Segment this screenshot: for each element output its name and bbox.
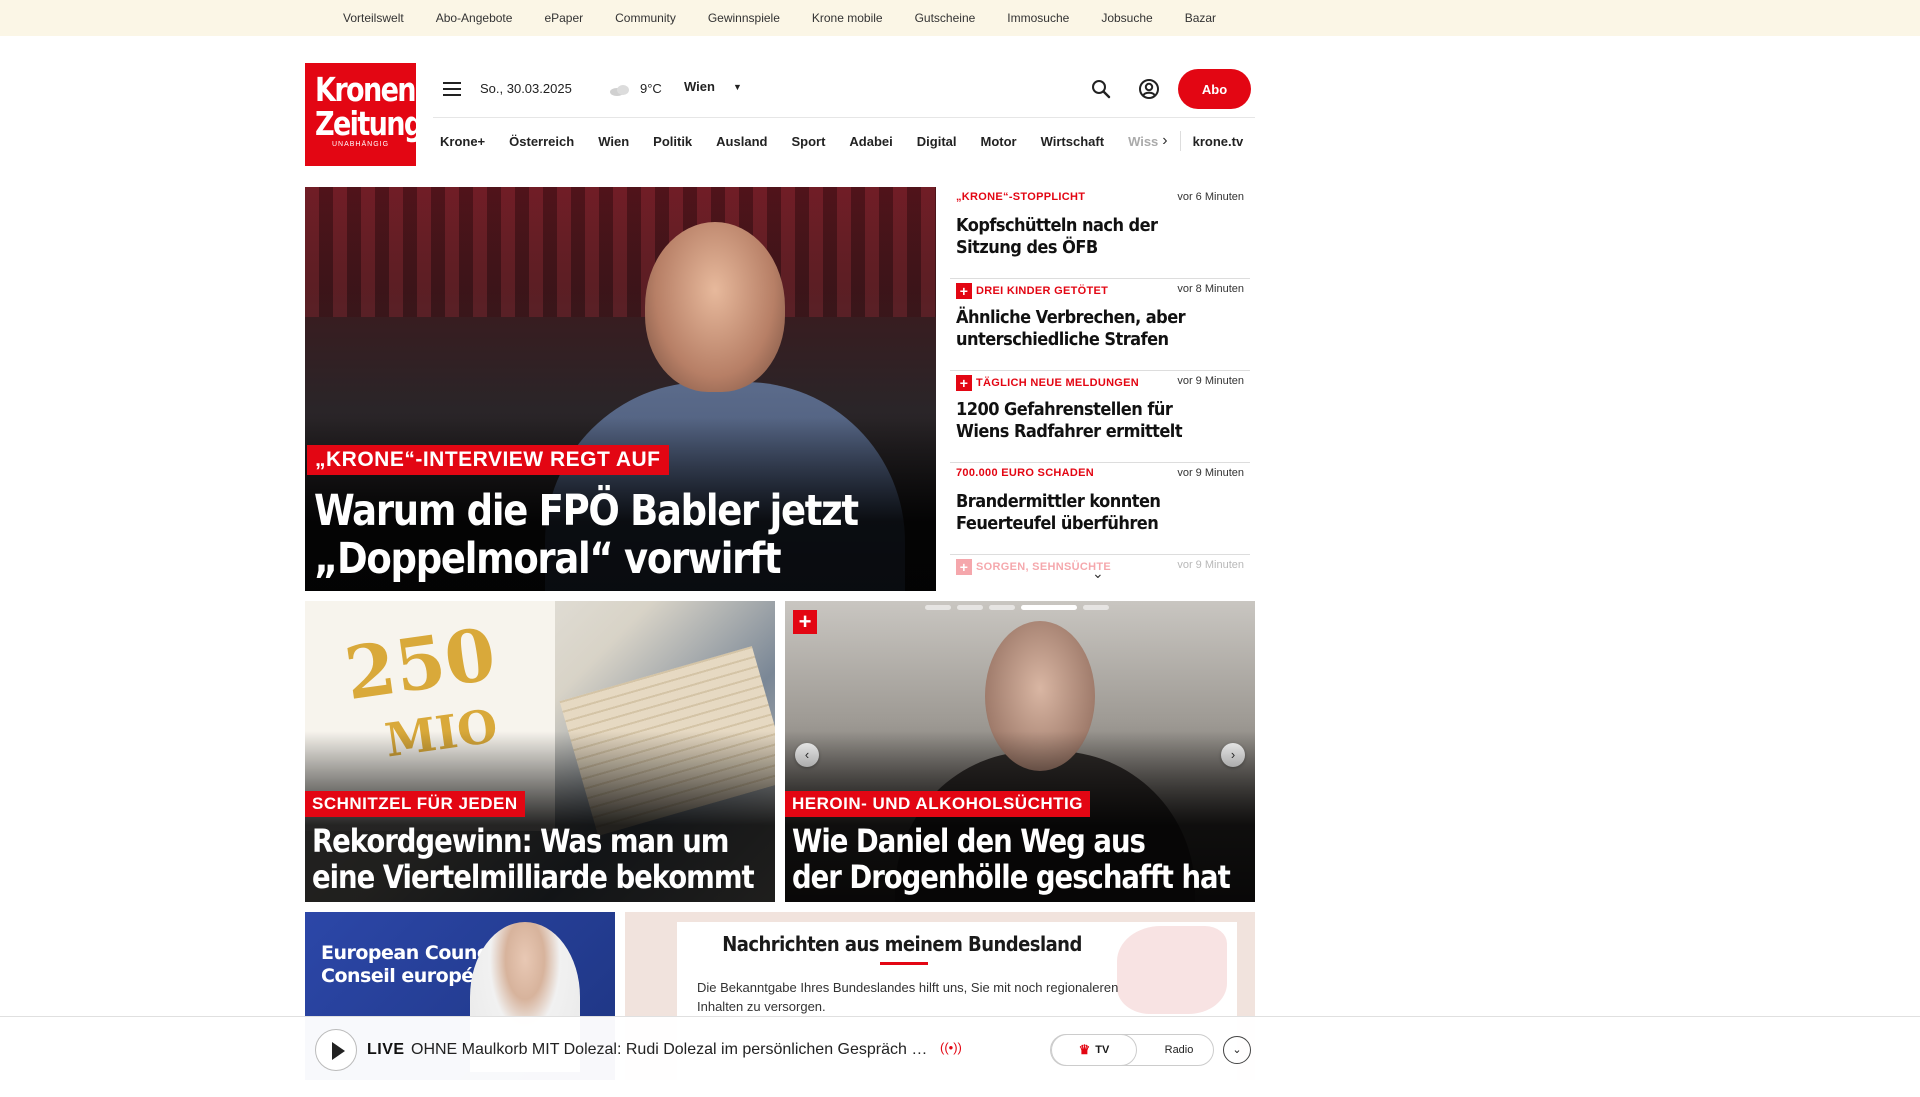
utility-link-jobsuche[interactable]: Jobsuche — [1101, 11, 1152, 25]
title-underline — [880, 962, 928, 965]
cloud-icon — [610, 85, 629, 96]
chevron-down-icon[interactable]: ⌄ — [1092, 565, 1104, 582]
list-item[interactable]: + DREI KINDER GETÖTET vor 8 Minuten Ähnli… — [950, 279, 1250, 371]
nav-item-motor[interactable]: Motor — [981, 134, 1017, 149]
broadcast-icon: ((•)) — [940, 1040, 962, 1055]
city-selector[interactable]: Wien ▼ — [684, 79, 742, 94]
main-nav: Krone+ Österreich Wien Politik Ausland S… — [440, 118, 1255, 164]
list-item-title[interactable]: Brandermittler konnten Feuerteufel überf… — [956, 491, 1208, 535]
radio-toggle-button[interactable]: Radio — [1145, 1035, 1213, 1065]
list-item[interactable]: 700.000 EURO SCHADEN vor 9 Minuten Brand… — [950, 463, 1250, 555]
utility-bar: Vorteilswelt Abo-Angebote ePaper Communi… — [0, 0, 1920, 36]
menu-icon[interactable] — [443, 82, 461, 96]
hero-title-line-1: Warum die FPÖ Babler jetzt — [314, 486, 859, 536]
chevron-right-icon[interactable]: › — [1162, 132, 1167, 150]
krone-plus-icon: + — [793, 610, 817, 634]
bundesland-text: Die Bekanntgabe Ihres Bundeslandes hilft… — [697, 980, 1119, 1014]
live-title[interactable]: OHNE Maulkorb MIT Dolezal: Rudi Dolezal … — [411, 1041, 931, 1059]
nav-item-adabei[interactable]: Adabei — [849, 134, 892, 149]
list-item-kicker: + SORGEN, SEHNSÜCHTE — [956, 559, 1111, 575]
nav-item-digital[interactable]: Digital — [917, 134, 957, 149]
list-item[interactable]: + TÄGLICH NEUE MELDUNGEN vor 9 Minuten 12… — [950, 371, 1250, 463]
utility-link-abo-angebote[interactable]: Abo-Angebote — [436, 11, 513, 25]
live-player-bar: LIVE OHNE Maulkorb MIT Dolezal: Rudi Dol… — [0, 1016, 1920, 1080]
abo-button[interactable]: Abo — [1178, 69, 1251, 109]
nav-separator — [1179, 131, 1181, 151]
teaser-card-lotto[interactable]: 250 MIO SCHNITZEL FÜR JEDEN Rekordgewinn… — [305, 601, 775, 902]
chevron-down-icon[interactable]: ⌄ — [1223, 1036, 1251, 1064]
user-account-icon[interactable] — [1138, 78, 1160, 100]
nav-item-ausland[interactable]: Ausland — [716, 134, 767, 149]
utility-link-vorteilswelt[interactable]: Vorteilswelt — [343, 11, 404, 25]
utility-nav: Vorteilswelt Abo-Angebote ePaper Communi… — [343, 0, 1248, 36]
nav-item-wien[interactable]: Wien — [598, 134, 629, 149]
card-title[interactable]: Rekordgewinn: Was man um eine Viertelmil… — [312, 823, 775, 895]
list-item-title[interactable]: Kopfschütteln nach der Sitzung des ÖFB — [956, 215, 1208, 259]
card-title[interactable]: Wie Daniel den Weg aus der Drogenhölle g… — [792, 823, 1255, 895]
utility-link-gutscheine[interactable]: Gutscheine — [915, 11, 976, 25]
card-kicker: SCHNITZEL FÜR JEDEN — [305, 791, 525, 817]
carousel-dot[interactable] — [989, 605, 1015, 610]
carousel-dot[interactable] — [1083, 605, 1109, 610]
logo-line-1: Kronen — [314, 70, 417, 109]
tv-toggle-button[interactable]: ♛ TV — [1051, 1034, 1137, 1066]
hero-title-line-2: „Doppelmoral“ vorwirft — [314, 534, 782, 584]
utility-link-bazar[interactable]: Bazar — [1185, 11, 1216, 25]
crown-icon: ♛ — [1078, 1042, 1091, 1057]
list-item-time: vor 6 Minuten — [1177, 191, 1244, 203]
list-item-time: vor 9 Minuten — [1177, 467, 1244, 479]
utility-link-community[interactable]: Community — [615, 11, 676, 25]
hero-article[interactable]: „KRONE“-INTERVIEW REGT AUF Warum die FPÖ… — [305, 187, 936, 591]
temperature: 9°C — [640, 81, 662, 96]
nav-item-politik[interactable]: Politik — [653, 134, 692, 149]
utility-link-krone-mobile[interactable]: Krone mobile — [812, 11, 883, 25]
list-item-time: vor 9 Minuten — [1177, 559, 1244, 571]
carousel-dot-active[interactable] — [1021, 605, 1077, 610]
nav-item-krone-plus[interactable]: Krone+ — [440, 134, 485, 149]
card-kicker: HEROIN- UND ALKOHOLSÜCHTIG — [785, 791, 1090, 817]
tv-radio-toggle: ♛ TV Radio — [1050, 1034, 1214, 1066]
utility-link-gewinnspiele[interactable]: Gewinnspiele — [708, 11, 780, 25]
logo-line-2: Zeitung — [314, 104, 423, 143]
teaser-carousel[interactable]: + ‹ › HEROIN- UND ALKOHOLSÜCHTIG Wie Dan… — [785, 601, 1255, 902]
list-item[interactable]: „KRONE“-STOPPLICHT vor 6 Minuten Kopfsch… — [950, 187, 1250, 279]
nav-item-wirtschaft[interactable]: Wirtschaft — [1041, 134, 1104, 149]
latest-news-list: „KRONE“-STOPPLICHT vor 6 Minuten Kopfsch… — [950, 187, 1250, 587]
list-item-kicker: „KRONE“-STOPPLICHT — [956, 191, 1086, 203]
list-item-time: vor 8 Minuten — [1177, 283, 1244, 295]
krone-plus-icon: + — [956, 559, 972, 575]
utility-link-immosuche[interactable]: Immosuche — [1007, 11, 1069, 25]
list-item-kicker: + DREI KINDER GETÖTET — [956, 283, 1108, 299]
live-label: LIVE — [367, 1041, 405, 1058]
list-item-title[interactable]: 1200 Gefahrenstellen für Wiens Radfahrer… — [956, 399, 1208, 443]
carousel-dot[interactable] — [925, 605, 951, 610]
caret-down-icon: ▼ — [732, 81, 742, 92]
city-name: Wien — [684, 79, 715, 94]
nav-item-oesterreich[interactable]: Österreich — [509, 134, 574, 149]
hero-image-face — [645, 222, 785, 392]
site-logo[interactable]: Kronen Zeitung UNABHÄNGIG — [305, 63, 423, 166]
utility-link-epaper[interactable]: ePaper — [544, 11, 583, 25]
krone-plus-icon: + — [956, 375, 972, 391]
nav-item-krone-tv[interactable]: krone.tv — [1193, 134, 1244, 149]
list-item-title[interactable]: Ähnliche Verbrechen, aber unterschiedlic… — [956, 307, 1208, 351]
list-item-time: vor 9 Minuten — [1177, 375, 1244, 387]
current-date: So., 30.03.2025 — [480, 81, 572, 96]
nav-item-sport[interactable]: Sport — [791, 134, 825, 149]
list-item-kicker: 700.000 EURO SCHADEN — [956, 467, 1095, 479]
search-icon[interactable] — [1090, 78, 1112, 100]
list-item-kicker: + TÄGLICH NEUE MELDUNGEN — [956, 375, 1139, 391]
hero-image-background — [305, 187, 936, 317]
bundesland-title: Nachrichten aus meinem Bundesland — [722, 932, 1082, 956]
carousel-dot[interactable] — [957, 605, 983, 610]
hero-kicker: „KRONE“-INTERVIEW REGT AUF — [307, 445, 669, 475]
carousel-indicator[interactable] — [925, 605, 1115, 610]
nav-item-cutoff[interactable]: Wiss — [1128, 134, 1158, 149]
play-icon[interactable] — [315, 1029, 357, 1071]
hero-title[interactable]: Warum die FPÖ Babler jetzt „Doppelmoral“… — [314, 487, 933, 583]
krone-plus-icon: + — [956, 283, 972, 299]
